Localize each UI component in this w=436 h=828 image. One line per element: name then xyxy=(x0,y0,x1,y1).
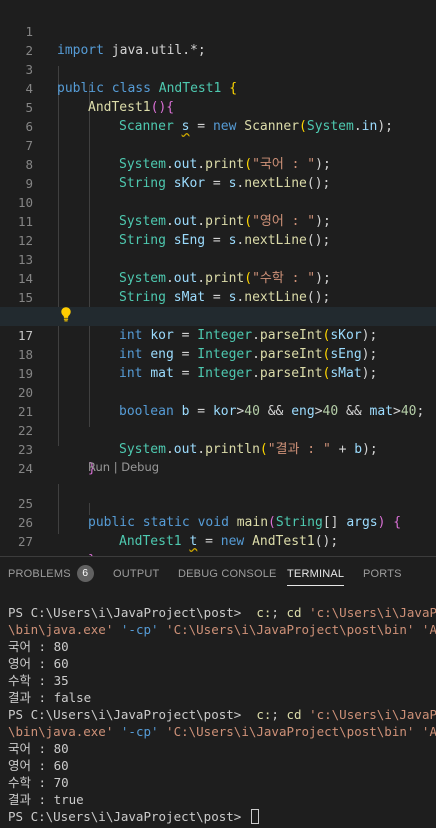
tab-output[interactable]: OUTPUT xyxy=(113,557,159,592)
terminal-string: '-cp' xyxy=(120,622,159,637)
code-editor[interactable]: 1 import java.util.*; 2 3 public class A… xyxy=(0,0,436,556)
tab-label: PROBLEMS xyxy=(8,568,71,580)
code-line[interactable]: 19 xyxy=(0,345,436,381)
code-line[interactable]: 28 } xyxy=(0,532,436,556)
terminal-output: 결과 : true xyxy=(8,792,84,807)
code-line[interactable]: 27 } xyxy=(0,513,436,556)
terminal-line: PS C:\Users\i\JavaProject\post> xyxy=(8,808,259,825)
terminal-command: c: xyxy=(256,605,272,620)
terminal-command: cd xyxy=(286,605,302,620)
code-line[interactable]: 12 xyxy=(0,212,436,248)
terminal-output: 수학 : 70 xyxy=(8,775,69,790)
terminal-string: \bin\java.exe' xyxy=(8,724,121,739)
code-line[interactable]: 2 xyxy=(0,22,436,58)
terminal-prompt: PS C:\Users\i\JavaProject\post> xyxy=(8,707,249,722)
terminal-output: 수학 : 35 xyxy=(8,673,69,688)
terminal-string: '-cp' xyxy=(120,724,159,739)
code-line[interactable]: 8 String sKor = s.nextLine(); xyxy=(0,136,436,191)
code-line[interactable]: 24 xyxy=(0,440,436,476)
terminal-output: 국어 : 80 xyxy=(8,741,69,756)
code-line[interactable]: 14 String sMat = s.nextLine(); xyxy=(0,250,436,305)
tab-ports[interactable]: PORTS xyxy=(363,557,402,592)
terminal-line: PS C:\Users\i\JavaProject\post> c:; cd '… xyxy=(8,706,436,723)
code-line[interactable]: 20 boolean b = kor>40 && eng>40 && mat>4… xyxy=(0,364,436,419)
terminal-prompt: PS C:\Users\i\JavaProject\post> xyxy=(8,605,249,620)
terminal-text: ; xyxy=(271,605,287,620)
code-line[interactable]: 1 import java.util.*; xyxy=(0,3,436,58)
terminal-output: 영어 : 60 xyxy=(8,758,69,773)
terminal-string: 'C:\Users\i\JavaProject\post\bin' 'AndTe xyxy=(166,622,436,637)
terminal-cursor xyxy=(250,809,259,824)
code-line[interactable]: 11 String sEng = s.nextLine(); xyxy=(0,193,436,248)
code-line[interactable]: 4 AndTest1(){ xyxy=(0,60,436,115)
tab-label: OUTPUT xyxy=(113,568,160,580)
code-line[interactable]: 10 System.out.print("영어 : "); xyxy=(0,174,436,229)
code-line[interactable]: 16 int kor = Integer.parseInt(sKor); xyxy=(0,288,436,343)
terminal[interactable]: PS C:\Users\i\JavaProject\post> c:; cd '… xyxy=(0,600,436,828)
terminal-prompt: PS C:\Users\i\JavaProject\post> xyxy=(8,809,249,824)
tab-label: TERMINAL xyxy=(287,568,345,580)
code-line[interactable]: 23 } xyxy=(0,421,436,476)
tab-terminal[interactable]: TERMINAL xyxy=(287,557,345,592)
terminal-command: c: xyxy=(256,707,272,722)
code-line[interactable]: 7 System.out.print("국어 : "); xyxy=(0,117,436,172)
terminal-command: cd xyxy=(286,707,302,722)
tab-problems[interactable]: PROBLEMS 6 xyxy=(8,557,94,592)
terminal-string: \bin\java.exe' xyxy=(8,622,121,637)
code-line[interactable]: 6 xyxy=(0,98,436,134)
terminal-output: 결과 : false xyxy=(8,690,92,705)
code-line[interactable]: 3 public class AndTest1 { xyxy=(0,41,436,96)
code-line[interactable]: 22 System.out.println("결과 : " + b); xyxy=(0,402,436,457)
terminal-string: 'c:\Users\i\JavaProje xyxy=(309,707,436,722)
code-line[interactable]: 21 xyxy=(0,383,436,419)
panel-tabs: PROBLEMS 6 OUTPUT DEBUG CONSOLE TERMINAL … xyxy=(0,557,436,592)
tab-debug-console[interactable]: DEBUG CONSOLE xyxy=(178,557,277,592)
code-line[interactable]: 5 Scanner s = new Scanner(System.in); xyxy=(0,79,436,134)
tab-label: DEBUG CONSOLE xyxy=(178,568,277,580)
code-line[interactable]: 25 public static void main(String[] args… xyxy=(0,475,436,530)
terminal-line: \bin\java.exe' '-cp' 'C:\Users\i\JavaPro… xyxy=(8,621,436,638)
problems-count-badge: 6 xyxy=(76,564,94,582)
terminal-string: 'c:\Users\i\JavaProje xyxy=(309,605,436,620)
terminal-line: \bin\java.exe' '-cp' 'C:\Users\i\JavaPro… xyxy=(8,723,436,740)
tab-label: PORTS xyxy=(363,568,402,580)
code-line[interactable]: 18 int mat = Integer.parseInt(sMat); xyxy=(0,326,436,381)
lightbulb-icon[interactable] xyxy=(59,306,73,322)
code-line[interactable]: 26 AndTest1 t = new AndTest1(); xyxy=(0,494,436,549)
codelens-run-debug[interactable]: Run | Debug xyxy=(88,459,159,475)
terminal-string: 'C:\Users\i\JavaProject\post\bin' 'AndTe xyxy=(166,724,436,739)
code-line[interactable]: 13 System.out.print("수학 : "); xyxy=(0,231,436,286)
terminal-line: PS C:\Users\i\JavaProject\post> c:; cd '… xyxy=(8,604,436,621)
terminal-output: 영어 : 60 xyxy=(8,656,69,671)
terminal-text: ; xyxy=(271,707,287,722)
terminal-output: 국어 : 80 xyxy=(8,639,69,654)
code-line[interactable]: 9 xyxy=(0,155,436,191)
code-line[interactable]: 15 xyxy=(0,269,436,305)
